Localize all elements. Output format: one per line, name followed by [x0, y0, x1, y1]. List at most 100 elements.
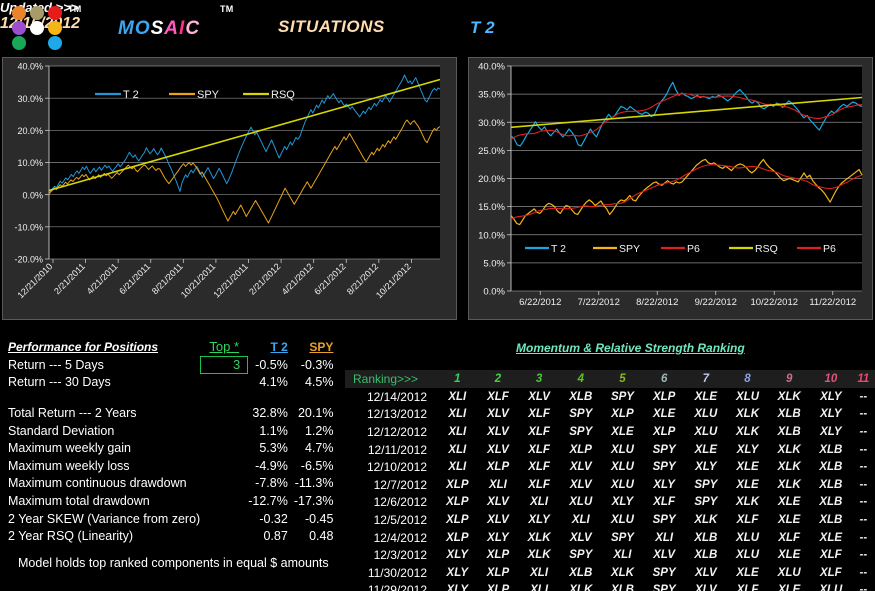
performance-row: 2 Year SKEW (Variance from zero) -0.32 -0.…	[4, 510, 339, 528]
ranking-column-header: 2	[477, 370, 519, 388]
ranking-cell: XLY	[695, 461, 717, 474]
ranking-cell: XLU	[610, 513, 634, 526]
svg-text:20.0%: 20.0%	[17, 126, 43, 136]
performance-table: Performance for Positions Top * T 2 SPY …	[4, 338, 339, 545]
performance-top-cell	[200, 374, 248, 392]
performance-spy-value: -0.45	[304, 511, 334, 526]
ranking-cell: XLF	[653, 496, 675, 509]
ranking-row-date: 12/11/2012	[367, 442, 427, 457]
ranking-cell: SPY	[694, 478, 718, 491]
ranking-row-date: 12/7/2012	[373, 477, 427, 492]
performance-row: Return --- 5 Days 3 -0.5% -0.3%	[4, 355, 339, 374]
ranking-cell: --	[859, 478, 868, 491]
performance-spacer-row	[4, 391, 339, 404]
ranking-cell: XLP	[486, 461, 510, 474]
ranking-row: 12/4/2012 XLP XLY XLK XLV SPY XLI XLB XLU XLF XLE -…	[345, 529, 875, 547]
ranking-cell: --	[859, 566, 868, 579]
ranking-cell: XLK	[569, 584, 593, 591]
ranking-cell: XLK	[527, 549, 551, 562]
ranking-cell: XLY	[820, 390, 842, 403]
ranking-row: 12/6/2012 XLP XLV XLI XLU XLY XLF SPY XLK XLE XLB -…	[345, 494, 875, 512]
performance-row: Standard Deviation 1.1% 1.2%	[4, 422, 339, 440]
logo-dot	[12, 21, 26, 35]
t2-column-header: T 2	[270, 339, 288, 354]
performance-row-label: Return --- 30 Days	[8, 375, 111, 390]
ranking-cell: XLB	[819, 496, 843, 509]
svg-text:-10.0%: -10.0%	[14, 222, 43, 232]
ranking-cell: XLB	[819, 478, 843, 491]
situations-title: SITUATIONS	[278, 17, 385, 36]
svg-text:40.0%: 40.0%	[478, 62, 505, 73]
ranking-cell: XLB	[694, 549, 718, 562]
svg-text:7/22/2012: 7/22/2012	[578, 297, 620, 308]
performance-t2-value: -0.5%	[255, 357, 288, 372]
svg-text:11/22/2012: 11/22/2012	[809, 297, 856, 308]
brand-title: MOSAIC	[118, 18, 200, 40]
ranking-header-row: Ranking>>> 1 2 3 4 5 6 7 8 9 10 11	[345, 370, 875, 388]
ranking-cell: XLE	[777, 496, 801, 509]
ranking-cell: XLF	[528, 478, 550, 491]
svg-text:RSQ: RSQ	[271, 89, 295, 101]
performance-header-row: Performance for Positions Top * T 2 SPY	[4, 338, 339, 356]
updated-label: Updated >>>	[0, 0, 79, 15]
ranking-cell: --	[859, 461, 868, 474]
ranking-cell: XLB	[819, 513, 843, 526]
ranking-cell: XLI	[448, 425, 467, 438]
ranking-row-date: 12/13/2012	[366, 407, 427, 422]
ranking-cell: XLY	[820, 425, 842, 438]
ranking-row: 12/13/2012 XLI XLV XLF SPY XLP XLE XLU XLK XLB XLY…	[345, 406, 875, 424]
ranking-cell: XLB	[569, 390, 593, 403]
ranking-cell: XLK	[777, 443, 801, 456]
ranking-cell: XLK	[610, 566, 634, 579]
ranking-row-date: 12/5/2012	[373, 512, 427, 527]
top-count-cell: 3	[200, 355, 249, 374]
performance-t2-value: 5.3%	[259, 441, 288, 456]
model-title: T 2	[470, 18, 495, 37]
logo-dot	[30, 6, 44, 20]
svg-text:-20.0%: -20.0%	[14, 255, 43, 265]
ranking-cell: XLP	[486, 566, 510, 579]
performance-panel: Performance for Positions Top * T 2 SPY …	[4, 338, 338, 545]
ranking-cell: XLV	[694, 584, 717, 591]
ranking-row-date: 11/30/2012	[367, 565, 427, 580]
ranking-cell: --	[859, 531, 868, 544]
ranking-panel: Ranking>>> 1 2 3 4 5 6 7 8 9 10 11 12/14/2012 XLI XLF…	[345, 370, 875, 591]
performance-row-label: Standard Deviation	[8, 423, 115, 438]
svg-text:30.0%: 30.0%	[478, 118, 505, 129]
ranking-cell: XLE	[694, 443, 718, 456]
performance-t2-value: 4.1%	[259, 375, 288, 390]
performance-t2-value: -12.7%	[248, 493, 288, 508]
app-header: TM TM MOSAIC SITUATIONS T 2 Updated >>> …	[0, 0, 875, 52]
ranking-cell: XLE	[777, 584, 801, 591]
ranking-cell: XLY	[446, 584, 469, 591]
performance-top-cell	[200, 404, 248, 422]
six-month-performance-chart: 0.0% 5.0% 10.0% 15.0% 20.0% 25.0% 30.0% 35.0% 40…	[468, 57, 873, 320]
ranking-cell: XLE	[777, 549, 801, 562]
ranking-cell: XLI	[448, 443, 467, 456]
ranking-row-date: 12/3/2012	[373, 548, 427, 563]
mosaic-logo	[12, 6, 64, 50]
ranking-cell: XLI	[530, 496, 549, 509]
ranking-row-date: 12/10/2012	[366, 460, 427, 475]
ranking-cell: XLV	[487, 443, 509, 456]
ranking-cell: XLK	[736, 408, 759, 421]
ranking-cell: --	[859, 443, 868, 456]
svg-text:40.0%: 40.0%	[17, 62, 43, 72]
ranking-cell: XLF	[778, 531, 801, 544]
svg-text:15.0%: 15.0%	[478, 202, 505, 213]
performance-table-body: Return --- 5 Days 3 -0.5% -0.3% Return --- 3…	[4, 355, 339, 545]
ranking-cell: XLP	[446, 478, 469, 491]
ranking-cell: SPY	[610, 390, 634, 403]
performance-spy-value: -17.3%	[293, 493, 334, 508]
ranking-row: 12/10/2012 XLI XLP XLF XLV XLU SPY XLY XLE XLK XLB…	[345, 458, 875, 476]
trademark-symbol-1: TM	[68, 4, 82, 14]
performance-row: 2 Year RSQ (Linearity) 0.87 0.48	[4, 527, 339, 545]
performance-top-cell	[200, 439, 248, 457]
top-count-input[interactable]: 3	[200, 355, 249, 374]
ranking-cell: XLB	[569, 566, 593, 579]
ranking-cell: XLY	[820, 408, 842, 421]
performance-top-cell	[200, 457, 248, 475]
ranking-column-header: 7	[684, 370, 727, 388]
ranking-cell: XLU	[610, 461, 634, 474]
ranking-cell: --	[859, 425, 868, 438]
